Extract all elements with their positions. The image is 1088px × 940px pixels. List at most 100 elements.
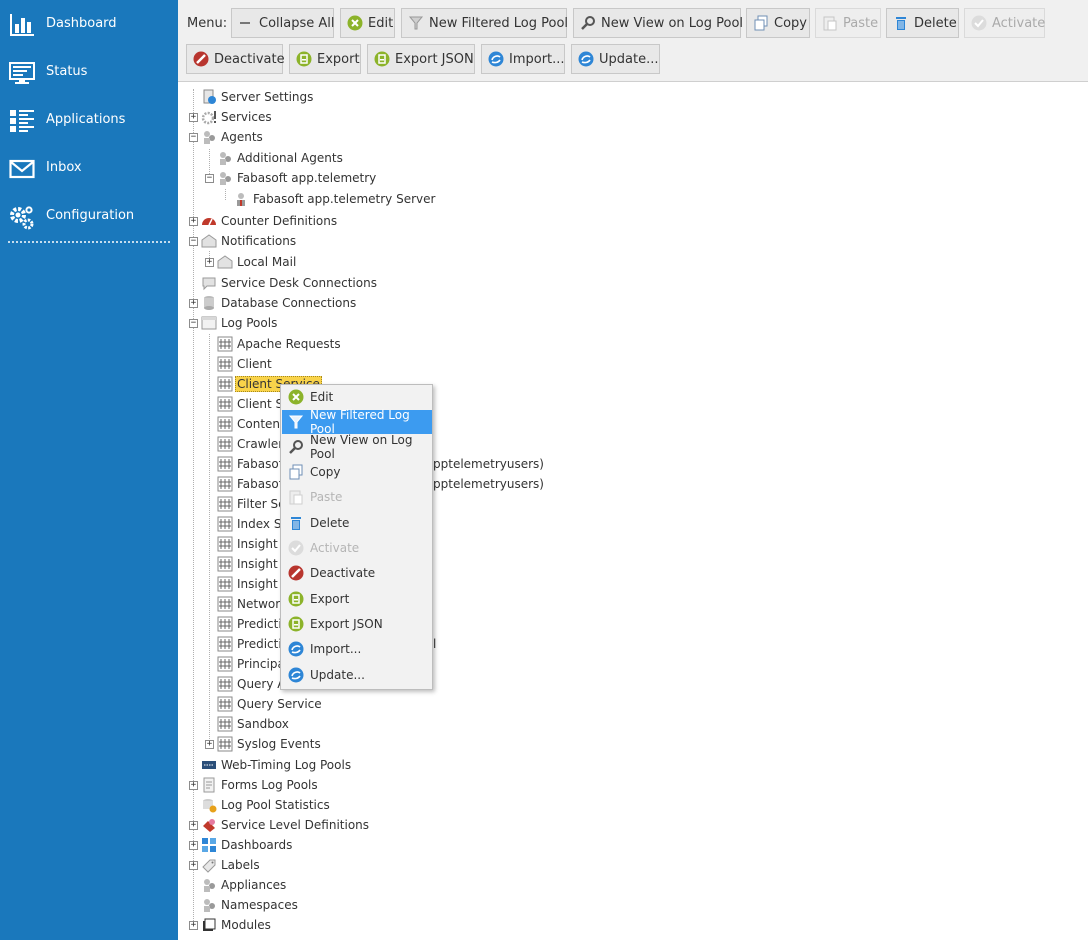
modules-icon xyxy=(203,918,216,931)
log-pool-icon xyxy=(217,376,233,392)
expand-toggle[interactable]: + xyxy=(205,740,214,749)
context-menu-activate[interactable]: Activate xyxy=(282,536,432,560)
tree-item-modules[interactable]: Modules xyxy=(201,915,273,935)
tree-item-services[interactable]: Services xyxy=(201,107,274,127)
expand-toggle[interactable]: + xyxy=(189,921,198,930)
new-filtered-log-pool-button[interactable]: New Filtered Log Pool xyxy=(401,8,568,38)
expand-toggle[interactable]: + xyxy=(189,299,198,308)
delete-button[interactable]: Delete xyxy=(886,8,959,38)
tree-item-apache-requests[interactable]: Apache Requests xyxy=(217,334,343,354)
tree-item-client[interactable]: Client xyxy=(217,354,274,374)
activate-button[interactable]: Activate xyxy=(964,8,1045,38)
tree-item-forms-log-pools[interactable]: Forms Log Pools xyxy=(201,775,320,795)
nav-applications-label: Applications xyxy=(46,111,126,127)
context-menu-deactivate[interactable]: Deactivate xyxy=(282,561,432,585)
tree-item-counter-definitions[interactable]: Counter Definitions xyxy=(201,211,339,231)
context-menu-new-view-on-log-pool[interactable]: New View on Log Pool xyxy=(282,433,432,461)
expand-toggle[interactable]: + xyxy=(189,781,198,790)
applications-icon xyxy=(10,110,34,132)
expand-toggle[interactable]: + xyxy=(189,861,198,870)
tree-item-appliances[interactable]: Appliances xyxy=(201,875,288,895)
tree-item-sandbox[interactable]: Sandbox xyxy=(217,714,291,734)
tree-item-syslog-events[interactable]: Syslog Events xyxy=(217,734,323,754)
tree-item-fabasoft-app-telemetry-server[interactable]: Fabasoft app.telemetry Server xyxy=(233,189,437,209)
tree-item-crawler[interactable]: Crawler xyxy=(217,434,285,454)
tree-item-server-settings[interactable]: Server Settings xyxy=(201,87,315,107)
log-pool-icon xyxy=(217,416,233,432)
log-pool-icon xyxy=(217,356,233,372)
copy-label: Copy xyxy=(774,15,807,31)
collapse-all-button[interactable]: Collapse All xyxy=(231,8,335,38)
copy-button[interactable]: Copy xyxy=(746,8,810,38)
edit-button[interactable]: Edit xyxy=(340,8,395,38)
export-json-button[interactable]: Export JSON xyxy=(367,44,475,74)
tree-item-database-connections[interactable]: Database Connections xyxy=(201,293,358,313)
log-pool-icon xyxy=(217,556,233,572)
log-pool-icon xyxy=(217,496,233,512)
export-button[interactable]: Export xyxy=(289,44,361,74)
nav-status[interactable]: Status xyxy=(0,51,178,91)
server-settings-icon xyxy=(203,89,216,104)
tree-item-local-mail[interactable]: Local Mail xyxy=(217,252,298,272)
log-pool-icon xyxy=(217,736,233,752)
deactivate-button[interactable]: Deactivate xyxy=(186,44,285,74)
new-view-on-log-pool-button[interactable]: New View on Log Pool xyxy=(573,8,743,38)
tree-item-principal[interactable]: Principa xyxy=(217,654,287,674)
tree-item-network[interactable]: Network xyxy=(217,594,289,614)
nav-configuration[interactable]: Configuration xyxy=(0,195,178,235)
context-menu-delete[interactable]: Delete xyxy=(282,511,432,535)
agents-icon xyxy=(204,879,215,892)
tree-item-filter-se[interactable]: Filter Se xyxy=(217,494,288,514)
tree-item-service-level-definitions[interactable]: Service Level Definitions xyxy=(201,815,371,835)
tree-item-log-pool-statistics[interactable]: Log Pool Statistics xyxy=(201,795,332,815)
context-menu-new-filtered-log-pool[interactable]: New Filtered Log Pool xyxy=(282,408,432,436)
expand-toggle[interactable]: + xyxy=(189,841,198,850)
expand-toggle[interactable]: + xyxy=(205,258,214,267)
context-menu-copy[interactable]: Copy xyxy=(282,460,432,484)
log-pool-icon xyxy=(217,476,233,492)
tree-item-query-service[interactable]: Query Service xyxy=(217,694,324,714)
export-label: Export xyxy=(317,51,360,67)
tree-item-fabasoft-1-suffix: pptelemetryusers) xyxy=(433,457,544,471)
collapse-toggle[interactable]: − xyxy=(189,133,198,142)
tree-item-agents[interactable]: Agents xyxy=(201,127,265,147)
forms-icon xyxy=(203,777,215,793)
nav-applications[interactable]: Applications xyxy=(0,99,178,139)
context-menu-edit[interactable]: Edit xyxy=(282,385,432,409)
paste-button[interactable]: Paste xyxy=(815,8,881,38)
tree-item-fabasoft-1[interactable]: Fabasoft xyxy=(217,454,289,474)
context-menu-import[interactable]: Import... xyxy=(282,637,432,661)
log-pool-icon xyxy=(217,396,233,412)
tree-item-dashboards[interactable]: Dashboards xyxy=(201,835,294,855)
update-button[interactable]: Update... xyxy=(571,44,660,74)
tree-item-log-pools[interactable]: Log Pools xyxy=(201,313,279,333)
tree-item-fabasoft-2[interactable]: Fabasoft xyxy=(217,474,289,494)
collapse-toggle[interactable]: − xyxy=(189,237,198,246)
nav-configuration-label: Configuration xyxy=(46,207,135,223)
expand-toggle[interactable]: + xyxy=(189,113,198,122)
services-icon xyxy=(201,111,216,125)
tree-item-fabasoft-app-telemetry[interactable]: Fabasoft app.telemetry xyxy=(217,168,378,188)
tree-item-labels[interactable]: Labels xyxy=(201,855,262,875)
tree-item-content[interactable]: Content xyxy=(217,414,287,434)
agents-icon xyxy=(204,131,215,144)
tree-item-service-desk-connections[interactable]: Service Desk Connections xyxy=(201,273,379,293)
tree-item-namespaces[interactable]: Namespaces xyxy=(201,895,300,915)
tree-item-additional-agents[interactable]: Additional Agents xyxy=(217,148,345,168)
expand-toggle[interactable]: + xyxy=(189,821,198,830)
collapse-toggle[interactable]: − xyxy=(189,319,198,328)
tree-item-query-a[interactable]: Query A xyxy=(217,674,288,694)
context-menu-export[interactable]: Export xyxy=(282,587,432,611)
agents-icon xyxy=(220,152,231,165)
tree-item-notifications[interactable]: Notifications xyxy=(201,231,298,251)
context-menu-update[interactable]: Update... xyxy=(282,663,432,687)
expand-toggle[interactable]: + xyxy=(189,217,198,226)
nav-dashboard[interactable]: Dashboard xyxy=(0,3,178,43)
context-menu-export-json[interactable]: Export JSON xyxy=(282,612,432,636)
filter-icon xyxy=(288,415,304,429)
collapse-toggle[interactable]: − xyxy=(205,174,214,183)
tree-item-web-timing-log-pools[interactable]: Web-Timing Log Pools xyxy=(201,755,353,775)
import-button[interactable]: Import... xyxy=(481,44,565,74)
context-menu-paste[interactable]: Paste xyxy=(282,485,432,509)
nav-inbox[interactable]: Inbox xyxy=(0,147,178,187)
